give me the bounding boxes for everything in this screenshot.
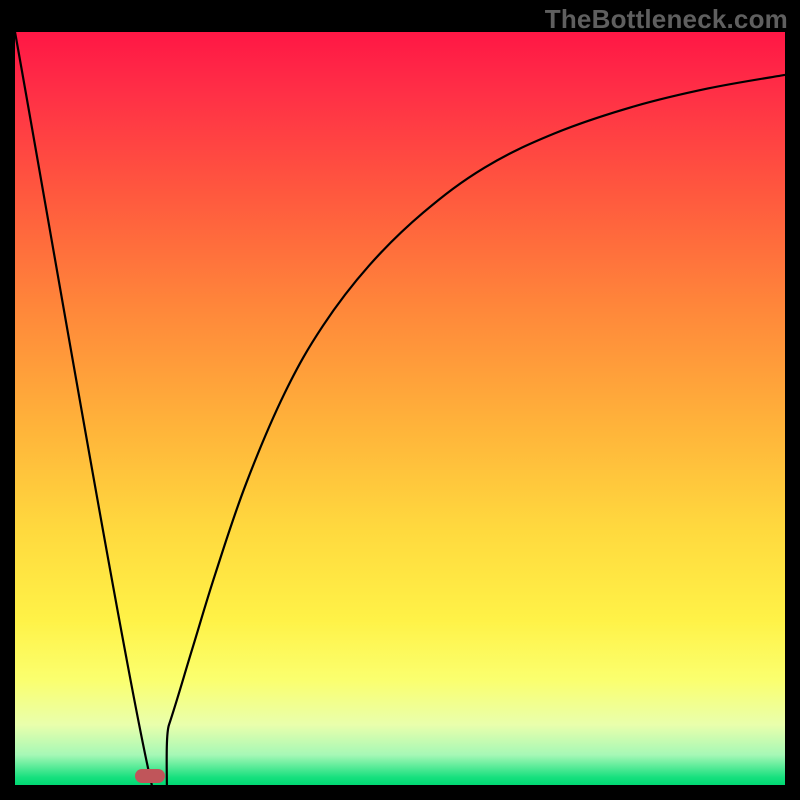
minimum-marker <box>135 769 165 783</box>
chart-frame: TheBottleneck.com <box>0 0 800 800</box>
curve-layer <box>15 32 785 785</box>
curve-path <box>15 32 785 785</box>
watermark-text: TheBottleneck.com <box>545 4 788 35</box>
plot-area <box>15 32 785 785</box>
